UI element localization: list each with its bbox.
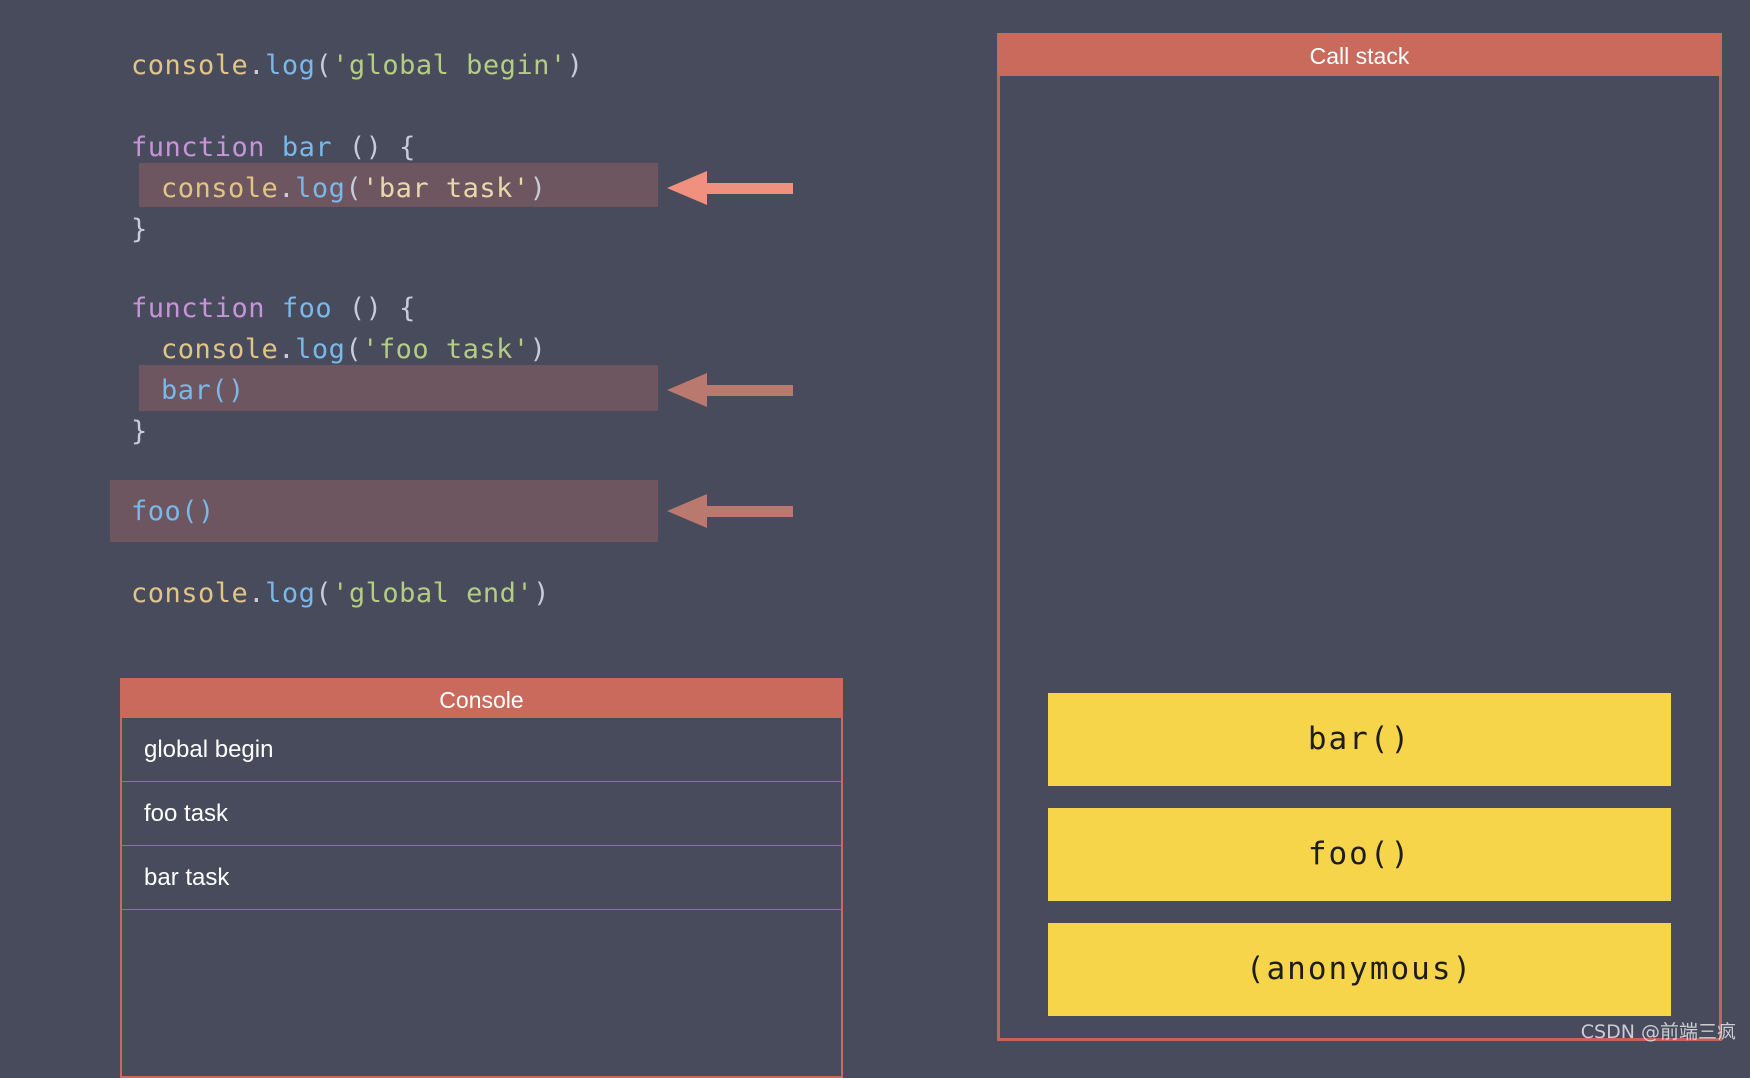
code-line-bar-close: } (131, 209, 148, 250)
token-string-bar-task: 'bar task' (362, 173, 530, 204)
code-line-function-bar: function bar () { (131, 127, 416, 168)
arrow-shaft-icon (705, 385, 793, 396)
token-string-global-end: 'global end' (332, 578, 534, 609)
arrow-head-icon (667, 494, 707, 528)
token-open-paren: ( (345, 334, 363, 365)
token-call-foo: foo() (131, 496, 215, 527)
token-keyword-function: function (131, 132, 266, 163)
token-parens-brace: () { (348, 293, 416, 324)
code-line-foo-call-bar: bar() (161, 370, 245, 411)
token-open-paren: ( (315, 578, 333, 609)
console-panel-title: Console (120, 678, 843, 718)
console-row: global begin (122, 718, 841, 782)
token-close-paren: ) (533, 578, 550, 609)
token-close-paren: ) (529, 334, 547, 365)
token-open-paren: ( (345, 173, 363, 204)
code-line-global-end: console.log('global end') (131, 573, 550, 614)
token-brace-close: } (131, 214, 148, 245)
token-dot: . (248, 578, 266, 609)
console-row-empty (122, 910, 841, 974)
token-close-paren: ) (529, 173, 547, 204)
console-row: bar task (122, 846, 841, 910)
arrow-head-icon (667, 171, 707, 205)
token-string-global-begin: 'global begin' (332, 50, 567, 81)
token-keyword-function: function (131, 293, 266, 324)
token-brace-close: } (131, 416, 148, 447)
token-log: log (295, 173, 346, 204)
token-log: log (265, 578, 316, 609)
token-parens-brace: () { (348, 132, 416, 163)
token-console: console (131, 578, 249, 609)
code-line-global-begin: console.log('global begin') (131, 45, 583, 86)
call-stack-panel-title: Call stack (997, 33, 1722, 76)
call-stack-frame: (anonymous) (1048, 923, 1671, 1016)
console-panel: Console global begin foo task bar task (120, 678, 843, 1078)
code-line-function-foo: function foo () { (131, 288, 416, 329)
code-line-foo-close: } (131, 411, 148, 452)
code-line-call-foo: foo() (131, 491, 215, 532)
code-pane: console.log('global begin') function bar… (0, 0, 880, 640)
token-string-foo-task: 'foo task' (362, 334, 530, 365)
call-stack-frame-list: bar() foo() (anonymous) (1000, 671, 1719, 1016)
token-call-bar: bar() (161, 375, 245, 406)
token-console: console (161, 173, 279, 204)
code-line-bar-log: console.log('bar task') (161, 168, 546, 209)
token-log: log (265, 50, 316, 81)
console-row: foo task (122, 782, 841, 846)
call-stack-body: bar() foo() (anonymous) (997, 76, 1722, 1041)
token-console: console (161, 334, 279, 365)
arrow-shaft-icon (705, 183, 793, 194)
token-log: log (295, 334, 346, 365)
token-dot: . (278, 334, 296, 365)
token-console: console (131, 50, 249, 81)
token-open-paren: ( (315, 50, 333, 81)
call-stack-frame: foo() (1048, 808, 1671, 901)
call-stack-panel: Call stack bar() foo() (anonymous) (997, 33, 1722, 1041)
watermark-label: CSDN @前端三疯 (1580, 1021, 1736, 1043)
console-output-list: global begin foo task bar task (120, 718, 843, 1078)
token-name-bar: bar (281, 132, 333, 163)
arrow-shaft-icon (705, 506, 793, 517)
code-line-foo-log: console.log('foo task') (161, 329, 546, 370)
token-space2 (332, 132, 349, 163)
token-space2 (332, 293, 349, 324)
call-stack-frame: bar() (1048, 693, 1671, 786)
arrow-head-icon (667, 373, 707, 407)
token-name-foo: foo (281, 293, 333, 324)
token-close-paren: ) (566, 50, 584, 81)
token-dot: . (278, 173, 296, 204)
token-dot: . (248, 50, 266, 81)
